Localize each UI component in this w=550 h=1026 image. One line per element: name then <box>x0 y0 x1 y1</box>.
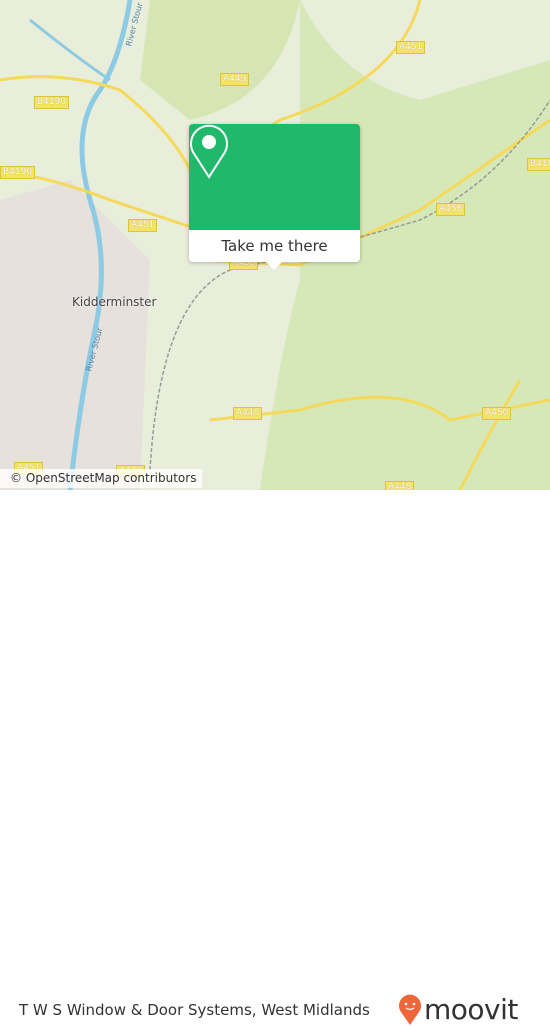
road-label: A448 <box>233 407 263 420</box>
logo-text: moovit <box>424 993 518 1026</box>
road-label: A456 <box>436 203 466 216</box>
road-label: B4190 <box>34 96 70 109</box>
road-label: A451 <box>128 219 158 232</box>
road-label: B4190 <box>0 166 36 179</box>
map[interactable]: A451 A449 B4190 B4190 A451 A456 A456 A44… <box>0 0 550 490</box>
moovit-logo[interactable]: moovit <box>398 993 518 1026</box>
moovit-pin-icon <box>399 994 421 1025</box>
attribution[interactable]: © OpenStreetMap contributors <box>0 469 203 488</box>
place-title: T W S Window & Door Systems, West Midlan… <box>19 1001 370 1019</box>
footer: T W S Window & Door Systems, West Midlan… <box>0 490 550 1026</box>
popup-header <box>189 124 360 230</box>
take-me-there-button[interactable]: Take me there <box>189 230 360 262</box>
map-pin-icon <box>190 124 228 179</box>
popup-tail <box>266 262 282 270</box>
road-label: B418 <box>527 158 550 171</box>
road-label: A451 <box>396 41 426 54</box>
road-label: A450 <box>482 407 512 420</box>
road-label: A448 <box>385 481 415 490</box>
place-label: Kidderminster <box>72 295 157 309</box>
road-label: A449 <box>220 73 250 86</box>
location-popup: Take me there <box>189 124 360 270</box>
